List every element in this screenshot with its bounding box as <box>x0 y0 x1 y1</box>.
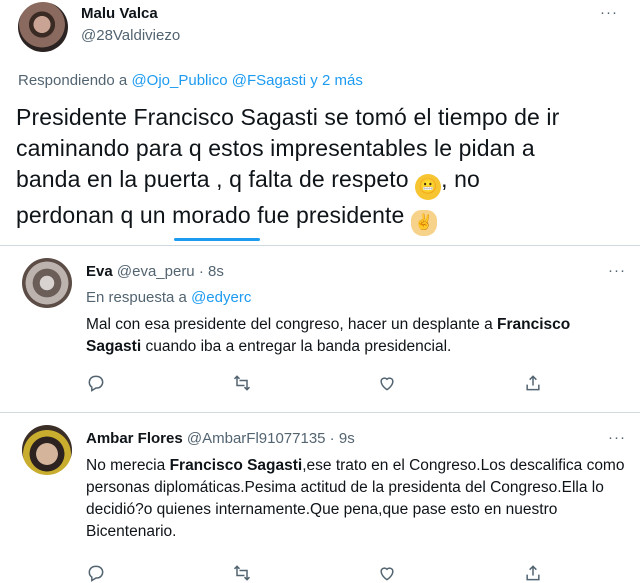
grimacing-face-emoji: 😬 <box>415 174 442 200</box>
reply-author-handle[interactable]: @eva_peru · 8s <box>117 263 224 280</box>
reply-header: Ambar Flores @AmbarFl91077135 · 9s <box>86 430 355 447</box>
share-icon[interactable] <box>523 563 545 583</box>
avatar[interactable] <box>22 425 72 475</box>
replying-prefix: Respondiendo a <box>18 72 128 89</box>
tweet-text-line: perdonan q un morado fue presidente <box>16 202 405 228</box>
tweet-text-line: , no <box>441 166 480 192</box>
reply-author-handle[interactable]: @AmbarFl91077135 · 9s <box>187 430 355 447</box>
reply-text: Mal con esa presidente del congreso, hac… <box>86 314 626 358</box>
replying-to: Respondiendo a @Ojo_Publico @FSagasti y … <box>18 72 363 89</box>
reply-author-name[interactable]: Eva <box>86 263 113 280</box>
main-tweet: Malu Valca @28Valdiviezo ··· Respondiend… <box>0 0 640 241</box>
reply-tweet[interactable]: Ambar Flores @AmbarFl91077135 · 9s ··· N… <box>0 413 640 583</box>
reply-text-part: cuando iba a entregar la banda presidenc… <box>141 338 452 355</box>
action-bar <box>0 373 640 397</box>
reply-icon[interactable] <box>86 373 108 395</box>
more-icon[interactable]: ··· <box>608 429 626 446</box>
like-icon[interactable] <box>377 373 399 395</box>
share-icon[interactable] <box>523 373 545 395</box>
tweet-text-line: Presidente Francisco Sagasti se tomó el … <box>16 104 560 130</box>
reply-text-part: No merecia <box>86 457 170 474</box>
in-reply-to: En respuesta a @edyerc <box>86 289 251 306</box>
response-prefix: En respuesta a <box>86 289 187 306</box>
reply-tweet[interactable]: Eva @eva_peru · 8s ··· En respuesta a @e… <box>0 246 640 411</box>
author-name[interactable]: Malu Valca <box>81 5 158 22</box>
avatar[interactable] <box>18 2 68 52</box>
like-icon[interactable] <box>377 563 399 583</box>
response-target-link[interactable]: @edyerc <box>191 289 251 306</box>
retweet-icon[interactable] <box>232 563 254 583</box>
tweet-text: Presidente Francisco Sagasti se tomó el … <box>16 102 628 236</box>
tweet-text-line: caminando para q estos impresentables le… <box>16 135 535 161</box>
reply-icon[interactable] <box>86 563 108 583</box>
reply-header: Eva @eva_peru · 8s <box>86 263 224 280</box>
victory-hand-emoji: ✌ <box>410 210 437 236</box>
replying-targets-link[interactable]: @Ojo_Publico @FSagasti y 2 más <box>131 72 362 89</box>
more-icon[interactable]: ··· <box>608 262 626 279</box>
tab-underline <box>174 238 260 241</box>
reply-text: No merecia Francisco Sagasti,ese trato e… <box>86 455 626 543</box>
more-icon[interactable]: ··· <box>600 4 618 21</box>
action-bar <box>0 563 640 583</box>
author-handle[interactable]: @28Valdiviezo <box>81 27 180 44</box>
reply-text-bold: Francisco Sagasti <box>169 457 303 474</box>
avatar[interactable] <box>22 258 72 308</box>
retweet-icon[interactable] <box>232 373 254 395</box>
reply-text-part: Mal con esa presidente del congreso, hac… <box>86 316 498 333</box>
tweet-text-line: banda en la puerta , q falta de respeto <box>16 166 409 192</box>
reply-author-name[interactable]: Ambar Flores <box>86 430 183 447</box>
